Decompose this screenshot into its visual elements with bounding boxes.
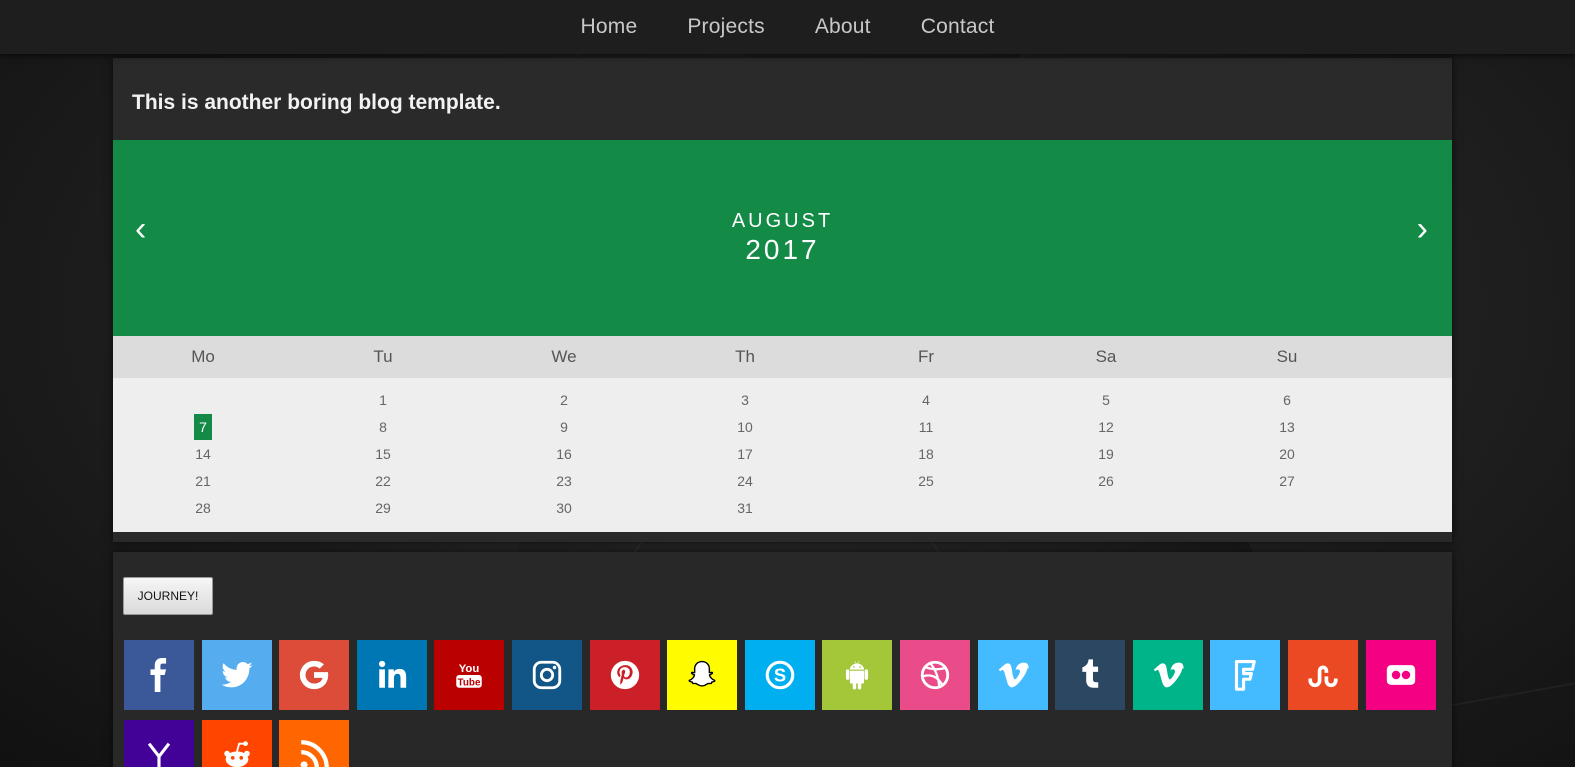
- calendar-day-13[interactable]: 13: [1272, 417, 1302, 437]
- calendar-day-22[interactable]: 22: [368, 471, 398, 491]
- android-icon[interactable]: [822, 640, 892, 710]
- calendar-day-23[interactable]: 23: [549, 471, 579, 491]
- nav-projects-link[interactable]: Projects: [687, 15, 764, 39]
- calendar-day-24[interactable]: 24: [730, 471, 760, 491]
- calendar-dayname-fr: Fr: [917, 347, 935, 366]
- nav-about-link[interactable]: About: [815, 15, 871, 39]
- calendar-next-month-button[interactable]: ›: [1417, 212, 1428, 246]
- calendar-day-21[interactable]: 21: [188, 471, 218, 491]
- calendar-dayname-th: Th: [735, 347, 755, 366]
- tumblr-icon[interactable]: [1055, 640, 1125, 710]
- top-navigation: Home Projects About Contact: [0, 0, 1575, 54]
- calendar-day-19[interactable]: 19: [1091, 444, 1121, 464]
- blog-panel: This is another boring blog template. ‹ …: [113, 58, 1452, 542]
- calendar-day-15[interactable]: 15: [368, 444, 398, 464]
- calendar-day-17[interactable]: 17: [730, 444, 760, 464]
- svg-text:S: S: [774, 664, 786, 685]
- calendar-dayname-sa: Sa: [1095, 347, 1117, 366]
- calendar-day-10[interactable]: 10: [730, 417, 760, 437]
- calendar-day-31[interactable]: 31: [730, 498, 760, 518]
- skype-icon[interactable]: S: [745, 640, 815, 710]
- blog-title: This is another boring blog template.: [132, 91, 501, 114]
- calendar-dayname-su: Su: [1276, 347, 1298, 366]
- snapchat-icon[interactable]: [667, 640, 737, 710]
- svg-text:Tube: Tube: [458, 678, 481, 689]
- calendar-day-names: Mo Tu We Th Fr Sa Su: [113, 336, 1452, 378]
- vine-icon[interactable]: [1133, 640, 1203, 710]
- instagram-icon[interactable]: [512, 640, 582, 710]
- calendar-day-11[interactable]: 11: [911, 417, 941, 437]
- calendar-dayname-mo: Mo: [191, 347, 215, 366]
- calendar-day-28[interactable]: 28: [188, 498, 218, 518]
- calendar-dayname-we: We: [551, 347, 577, 366]
- pinterest-icon[interactable]: [590, 640, 660, 710]
- calendar-day-9[interactable]: 9: [549, 417, 579, 437]
- calendar-day-16[interactable]: 16: [549, 444, 579, 464]
- rss-icon[interactable]: [279, 720, 349, 767]
- calendar-day-3[interactable]: 3: [730, 390, 760, 410]
- calendar-day-29[interactable]: 29: [368, 498, 398, 518]
- foursquare-icon[interactable]: [1210, 640, 1280, 710]
- journey-button[interactable]: JOURNEY!: [123, 577, 213, 615]
- facebook-icon[interactable]: [124, 640, 194, 710]
- linkedin-icon[interactable]: [357, 640, 427, 710]
- stumbleupon-icon[interactable]: [1288, 640, 1358, 710]
- dribbble-icon[interactable]: [900, 640, 970, 710]
- calendar-day-14[interactable]: 14: [188, 444, 218, 464]
- calendar-day-4[interactable]: 4: [911, 390, 941, 410]
- reddit-icon[interactable]: [202, 720, 272, 767]
- calendar-dayname-tu: Tu: [373, 347, 393, 366]
- vimeo-icon[interactable]: [978, 640, 1048, 710]
- twitter-icon[interactable]: [202, 640, 272, 710]
- calendar-day-26[interactable]: 26: [1091, 471, 1121, 491]
- nav-contact-link[interactable]: Contact: [921, 15, 995, 39]
- google-icon[interactable]: [279, 640, 349, 710]
- nav-home-link[interactable]: Home: [581, 15, 638, 39]
- yahoo-icon[interactable]: [124, 720, 194, 767]
- calendar-day-18[interactable]: 18: [911, 444, 941, 464]
- flickr-icon[interactable]: [1366, 640, 1436, 710]
- calendar-day-27[interactable]: 27: [1272, 471, 1302, 491]
- calendar-day-2[interactable]: 2: [549, 390, 579, 410]
- svg-text:You: You: [459, 663, 480, 675]
- calendar-day-20[interactable]: 20: [1272, 444, 1302, 464]
- calendar-day-8[interactable]: 8: [368, 417, 398, 437]
- calendar-day-25[interactable]: 25: [911, 471, 941, 491]
- calendar-year: 2017: [745, 234, 820, 265]
- calendar-grid: 1 2 3 4 5 6 7 8 9 10 11 12 13 14 15 16 17 18 19 20 21 22 23 24 2…: [113, 378, 1452, 532]
- calendar-header: ‹ AUGUST 2017 ›: [113, 140, 1452, 336]
- calendar-day-30[interactable]: 30: [549, 498, 579, 518]
- calendar-day-12[interactable]: 12: [1091, 417, 1121, 437]
- social-panel: JOURNEY! You Tube S: [113, 552, 1452, 767]
- calendar-month: AUGUST: [731, 210, 834, 232]
- calendar-day-6[interactable]: 6: [1272, 390, 1302, 410]
- calendar-day-1[interactable]: 1: [368, 390, 398, 410]
- calendar-day-7[interactable]: 7: [194, 414, 212, 440]
- youtube-icon[interactable]: You Tube: [434, 640, 504, 710]
- calendar-day-5[interactable]: 5: [1091, 390, 1121, 410]
